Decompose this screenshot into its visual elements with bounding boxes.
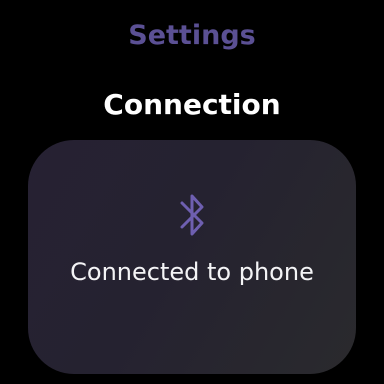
section-title: Connection (103, 88, 281, 121)
bluetooth-icon (180, 194, 204, 236)
connection-status-text: Connected to phone (70, 258, 314, 286)
watch-screen: Settings Connection Connected to phone (0, 0, 384, 384)
page-title: Settings (128, 20, 256, 51)
